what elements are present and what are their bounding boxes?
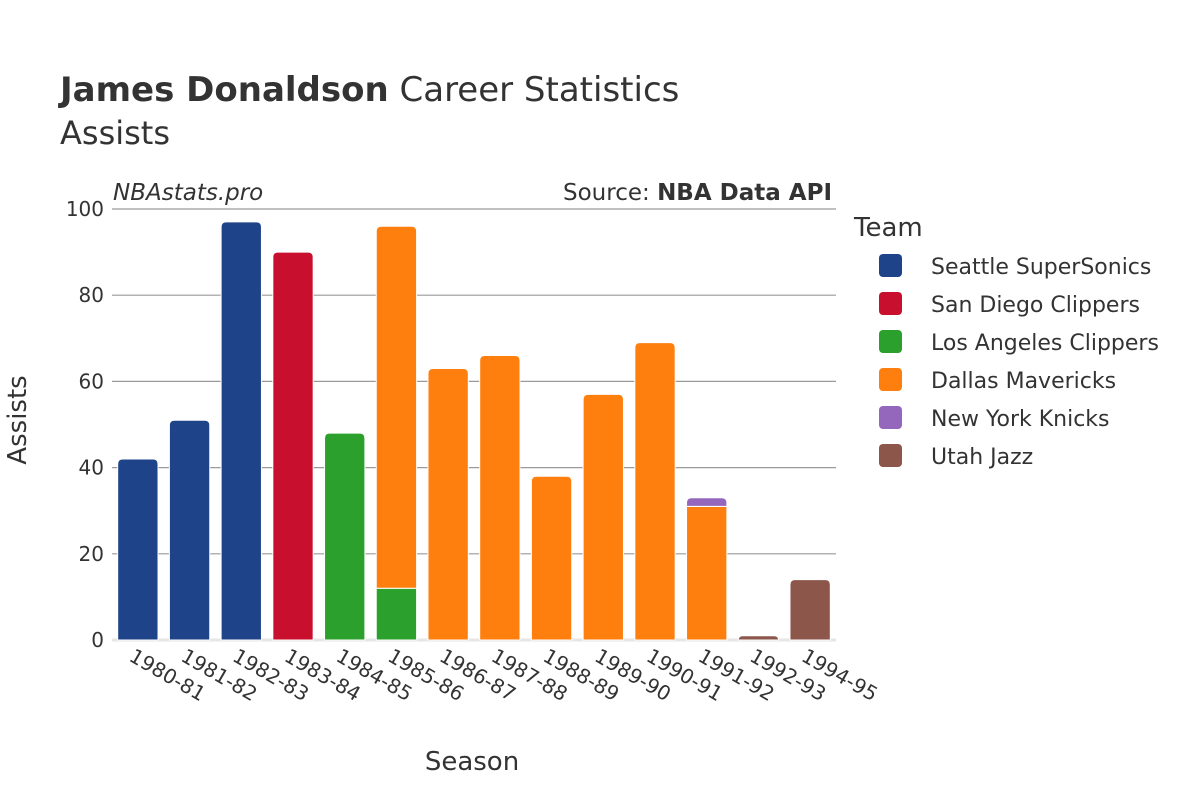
legend-label: San Diego Clippers [931, 293, 1140, 318]
chart-subtitle: Assists [60, 114, 170, 152]
legend-item[interactable]: Dallas Mavericks [879, 368, 1116, 394]
legend-label: New York Knicks [931, 407, 1110, 432]
source-prefix: Source: [563, 180, 657, 206]
legend-swatch [879, 368, 902, 391]
bar-segment [375, 587, 418, 641]
y-tick-label: 0 [91, 628, 104, 652]
bar-segment [737, 635, 780, 641]
y-tick-label: 60 [79, 369, 104, 393]
bar-segment [427, 367, 469, 641]
bar-segment [686, 505, 728, 641]
y-axis-ticks: 0 20 40 60 80 100 [66, 197, 104, 652]
legend-swatch [879, 406, 902, 429]
legend-label: Los Angeles Clippers [931, 331, 1159, 356]
watermark: NBAstats.pro [113, 180, 263, 206]
legend-item[interactable]: Los Angeles Clippers [879, 330, 1159, 356]
y-tick-label: 100 [66, 197, 104, 221]
gridlines [112, 208, 836, 642]
source-name: NBA Data API [657, 180, 832, 206]
legend-item[interactable]: San Diego Clippers [879, 292, 1140, 318]
legend-title: Team [853, 213, 923, 243]
bar-segment [168, 419, 211, 641]
y-axis-title: Assists [3, 375, 33, 464]
chart: James Donaldson Career Statistics Assist… [3, 70, 1159, 777]
y-tick-label: 80 [79, 283, 104, 307]
legend-item[interactable]: Utah Jazz [879, 444, 1033, 470]
source-credit: Source: NBA Data API [563, 180, 832, 206]
bar-segment [634, 342, 676, 641]
chart-title-player: James Donaldson [58, 70, 389, 110]
x-axis-title: Season [425, 747, 519, 777]
bar-segment [375, 225, 418, 589]
chart-title-rest: Career Statistics [389, 70, 680, 110]
legend-swatch [879, 330, 902, 353]
legend-item[interactable]: Seattle SuperSonics [879, 254, 1151, 280]
bar-segment [324, 432, 366, 641]
bar-segment [789, 579, 831, 641]
legend-swatch [879, 254, 902, 277]
bar-segment [530, 475, 573, 641]
legend-item[interactable]: New York Knicks [879, 406, 1110, 432]
legend-label: Dallas Mavericks [931, 369, 1116, 394]
y-tick-label: 40 [79, 456, 104, 480]
y-tick-label: 20 [79, 542, 104, 566]
x-axis-ticks: 1980-811981-821982-831983-841984-851985-… [125, 644, 882, 707]
bar-segment [272, 251, 314, 641]
legend-label: Utah Jazz [931, 445, 1033, 470]
bars [117, 221, 831, 641]
bar-segment [117, 458, 159, 641]
legend-swatch [879, 444, 902, 467]
chart-title: James Donaldson Career Statistics [58, 70, 679, 110]
legend-swatch [879, 292, 902, 315]
legend: Seattle SuperSonics San Diego Clippers Los… [879, 254, 1159, 470]
bar-segment [686, 497, 728, 507]
legend-label: Seattle SuperSonics [931, 255, 1151, 280]
bar-segment [582, 393, 624, 641]
bar-segment [479, 355, 521, 641]
bar-segment [220, 221, 262, 641]
